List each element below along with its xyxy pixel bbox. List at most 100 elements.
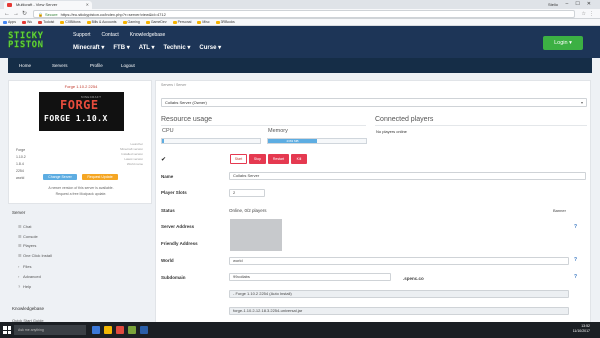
server-info-labels: Launcher Minecraft version Installed ver… (120, 142, 143, 167)
browser-user-name[interactable]: Stelio (548, 0, 558, 9)
bookmark-folder-icon (38, 20, 43, 24)
sticky-piston-logo[interactable]: STICKY PISTON (8, 32, 63, 52)
menu-console[interactable]: ☰Console (18, 234, 38, 239)
main-nav-item[interactable]: Minecraft ▾ (73, 45, 104, 51)
bookmark-label: Bills & Accounts (91, 20, 117, 24)
lock-icon: 🔒 (38, 12, 43, 17)
update-link[interactable]: Request a free Modpack update. (9, 192, 153, 196)
status-value: Online, 0/2 players (229, 208, 267, 213)
taskbar-clock[interactable]: 13:52 11/10/2017 (573, 324, 590, 334)
extension-icons[interactable]: ☆⋮ (582, 9, 597, 19)
site-header: STICKY PISTON Support Contact Knowledgebas… (0, 26, 600, 58)
bookmark-label: Gaming (127, 20, 140, 24)
cpu-bar (161, 138, 261, 144)
menu-advanced[interactable]: › Advanced (18, 274, 41, 279)
redacted-address-box (230, 219, 282, 251)
top-link[interactable]: Contact (102, 32, 119, 38)
subdomain-input[interactable]: 99collabs (229, 273, 391, 281)
windows-start-icon[interactable] (3, 326, 11, 334)
menu-help[interactable]: ? Help (18, 284, 31, 289)
bookmark-item[interactable]: Personal (172, 19, 191, 25)
clock-date: 11/10/2017 (572, 329, 590, 333)
menu-advanced-label: Advanced (23, 274, 41, 279)
help-icon[interactable]: ? (574, 224, 577, 230)
nav-profile[interactable]: Profile (90, 58, 103, 73)
name-input[interactable]: Collabs Server (229, 172, 586, 180)
menu-chat[interactable]: ☰Chat (18, 224, 31, 229)
server-title: Forge 1.10.2 2254 (64, 84, 98, 89)
jar-select[interactable]: - Forge 1.10.2 2254 (Auto Install) (229, 290, 569, 298)
nav-home[interactable]: Home (19, 58, 31, 73)
menu-chat-label: Chat (23, 224, 32, 229)
menu-players-label: Players (23, 243, 37, 248)
bookmark-item[interactable]: Wu (21, 19, 33, 25)
task-view-icon[interactable] (92, 326, 100, 334)
menu-files[interactable]: › Files (18, 264, 31, 269)
bookmark-item[interactable]: Todoist (38, 19, 54, 25)
taskbar-search[interactable]: Ask me anything (14, 325, 86, 335)
forward-icon[interactable]: → (13, 9, 19, 19)
bookmark-folder-icon (86, 20, 91, 24)
main-nav-item[interactable]: Technic ▾ (164, 45, 191, 51)
help-icon[interactable]: ? (574, 274, 577, 280)
banner-forge-text: FORGE (60, 98, 99, 112)
app-icon[interactable] (128, 326, 136, 334)
secondary-nav: Home Servers Profile Logout (8, 58, 592, 73)
connected-players-title: Connected players (375, 116, 434, 123)
breadcrumb[interactable]: Servers / Server (161, 83, 186, 87)
back-icon[interactable]: ← (4, 9, 10, 19)
bookmark-label: Misc (202, 20, 210, 24)
login-button[interactable]: Login ▾ (543, 36, 583, 50)
bookmark-label: Apps (8, 20, 16, 24)
server-select[interactable]: Collabs Server (Owner) ▾ (161, 98, 587, 107)
reload-icon[interactable]: ↻ (22, 9, 27, 19)
friendly-address-label: Friendly Address (161, 241, 198, 246)
banner-link[interactable]: Banner (553, 208, 566, 213)
bookmark-folder-icon (197, 20, 202, 24)
player-slots-input[interactable]: 2 (229, 189, 265, 197)
nav-servers[interactable]: Servers (52, 58, 68, 73)
bookmark-item[interactable]: GameDev (145, 19, 167, 25)
main-nav-item[interactable]: FTB ▾ (113, 45, 129, 51)
chrome-icon[interactable] (116, 326, 124, 334)
bookmark-item[interactable]: 3RBooks (215, 19, 235, 25)
menu-install-label: One Click Install (23, 253, 52, 258)
bookmark-item[interactable]: Misc (197, 19, 210, 25)
file-explorer-icon[interactable] (104, 326, 112, 334)
jar-file-field[interactable]: forge-1.10.2-12.18.3.2254-universal.jar (229, 307, 569, 315)
bookmark-folder-icon (3, 20, 7, 24)
bookmark-item[interactable]: Gaming (122, 19, 140, 25)
top-links: Support Contact Knowledgebase (73, 32, 176, 38)
window-controls[interactable]: –☐✕ (566, 0, 598, 9)
banner-version-text: FORGE 1.10.X (44, 114, 108, 123)
main-nav-item[interactable]: ATL ▾ (139, 45, 155, 51)
nav-logout[interactable]: Logout (121, 58, 135, 73)
close-tab-icon[interactable]: ✕ (86, 1, 89, 9)
stop-button[interactable]: Stop (249, 154, 266, 164)
app-icon[interactable] (140, 326, 148, 334)
request-update-button[interactable]: Request Update (82, 174, 118, 180)
restart-button[interactable]: Restart (268, 154, 289, 164)
main-nav-item[interactable]: Curse ▾ (199, 45, 221, 51)
menu-players[interactable]: ☰Players (18, 243, 36, 248)
jar-select-value: - Forge 1.10.2 2254 (Auto Install) (233, 291, 292, 296)
bookmark-item[interactable]: Bills & Accounts (86, 19, 117, 25)
resource-usage-title: Resource usage (161, 116, 212, 123)
logo-line-2: PISTON (8, 40, 44, 50)
bookmark-item[interactable]: Apps (3, 19, 16, 25)
help-icon[interactable]: ? (574, 257, 577, 263)
kill-button[interactable]: Kill (291, 154, 307, 164)
divider (161, 125, 366, 126)
check-icon: ✔ (161, 157, 167, 163)
bookmark-label: Wu (26, 20, 33, 24)
top-link[interactable]: Knowledgebase (130, 32, 166, 38)
bookmark-item[interactable]: CXBlitons (60, 19, 81, 25)
menu-one-click-install[interactable]: ☰One Click Install (18, 253, 52, 258)
top-link[interactable]: Support (73, 32, 91, 38)
browser-tab[interactable]: Multicraft - View Server ✕ (4, 1, 92, 9)
world-label: World (161, 258, 174, 263)
change-server-button[interactable]: Change Server (43, 174, 77, 180)
start-button[interactable]: Start (230, 154, 247, 164)
url-input[interactable]: 🔒 Secure https://eu.stickypiston.co/index.… (33, 10, 575, 18)
world-input[interactable]: world (229, 257, 569, 265)
